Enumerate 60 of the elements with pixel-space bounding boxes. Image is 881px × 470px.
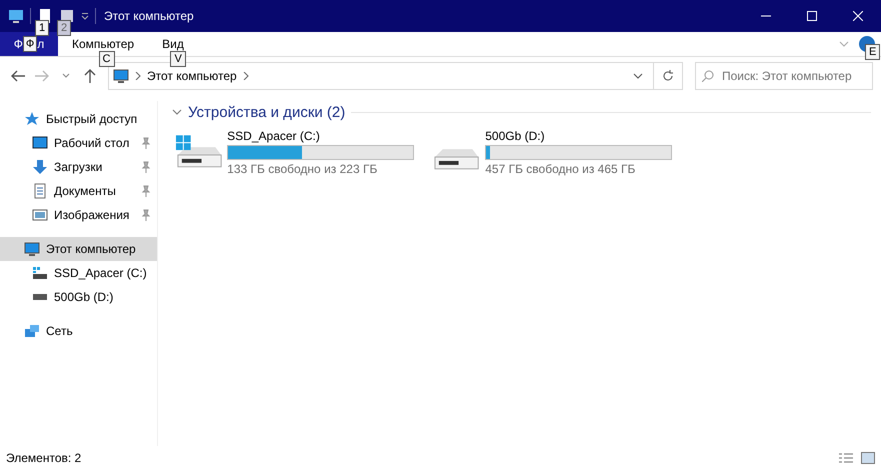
- drive-icon: [434, 148, 480, 170]
- pin-icon: [141, 209, 151, 221]
- status-text: Элементов: 2: [6, 451, 82, 465]
- pin-icon: [141, 161, 151, 173]
- keytip: E: [865, 44, 880, 60]
- sidebar-item[interactable]: SSD_Apacer (C:): [0, 261, 157, 285]
- computer-icon: [113, 68, 129, 84]
- computer-icon: [8, 8, 24, 24]
- download-arrow-icon: [32, 159, 48, 175]
- drive-tile[interactable]: 500Gb (D:) 457 ГБ свободно из 465 ГБ: [430, 127, 674, 178]
- group-title: Устройства и диски (2): [188, 104, 346, 120]
- maximize-icon: [807, 11, 817, 21]
- keytip: 2: [57, 20, 72, 36]
- forward-arrow-icon: [35, 70, 49, 82]
- desktop-icon: [32, 135, 48, 151]
- drive-tile[interactable]: SSD_Apacer (C:) 133 ГБ свободно из 223 ГБ: [172, 127, 416, 178]
- sidebar-item[interactable]: Документы: [0, 179, 157, 203]
- sidebar-item[interactable]: 500Gb (D:): [0, 285, 157, 309]
- sidebar-item[interactable]: Загрузки: [0, 155, 157, 179]
- keytip: Ф: [22, 36, 38, 52]
- free-space-text: 457 ГБ свободно из 465 ГБ: [485, 162, 636, 176]
- window-title: Этот компьютер: [104, 9, 195, 23]
- sidebar-item[interactable]: Рабочий стол: [0, 131, 157, 155]
- details-view-icon[interactable]: [839, 452, 853, 464]
- chevron-down-icon[interactable]: [172, 108, 182, 116]
- network-icon: [24, 323, 40, 339]
- chevron-down-icon: [62, 73, 70, 79]
- chevron-down-icon[interactable]: [839, 41, 849, 47]
- system-drive-icon: [32, 265, 48, 281]
- sidebar-item[interactable]: Сеть: [0, 319, 157, 343]
- drive-name: 500Gb (D:): [485, 129, 546, 143]
- chevron-right-icon: [242, 72, 249, 80]
- sidebar-item[interactable]: Изображения: [0, 203, 157, 227]
- up-arrow-icon: [84, 69, 96, 83]
- sidebar-item[interactable]: Быстрый доступ: [0, 107, 157, 131]
- search-field[interactable]: Поиск: Этот компьютер: [695, 62, 873, 90]
- computer-icon: [24, 241, 40, 257]
- refresh-icon[interactable]: [662, 70, 674, 82]
- address-bar[interactable]: Этот компьютер: [108, 62, 683, 90]
- chevron-down-icon: [633, 73, 643, 79]
- image-icon: [32, 207, 48, 223]
- keytip: 1: [35, 20, 50, 36]
- breadcrumb[interactable]: Этот компьютер: [147, 69, 237, 83]
- pin-icon: [141, 137, 151, 149]
- free-space-text: 133 ГБ свободно из 223 ГБ: [227, 162, 378, 176]
- drive-icon: [32, 294, 48, 300]
- back-arrow-icon: [11, 70, 25, 82]
- file-tab[interactable]: Ф Ф л: [0, 32, 58, 56]
- sidebar-item[interactable]: Этот компьютер: [0, 237, 157, 261]
- close-icon: [853, 11, 863, 21]
- keytip: C: [98, 51, 114, 67]
- tiles-view-icon[interactable]: [861, 452, 875, 464]
- search-icon: [702, 70, 714, 82]
- document-icon: [32, 183, 48, 199]
- keytip: V: [170, 51, 186, 67]
- drive-name: SSD_Apacer (C:): [227, 129, 321, 143]
- chevron-right-icon: [135, 72, 141, 80]
- pin-icon: [141, 185, 151, 197]
- caret-icon[interactable]: [81, 12, 89, 20]
- star-icon: [24, 111, 40, 127]
